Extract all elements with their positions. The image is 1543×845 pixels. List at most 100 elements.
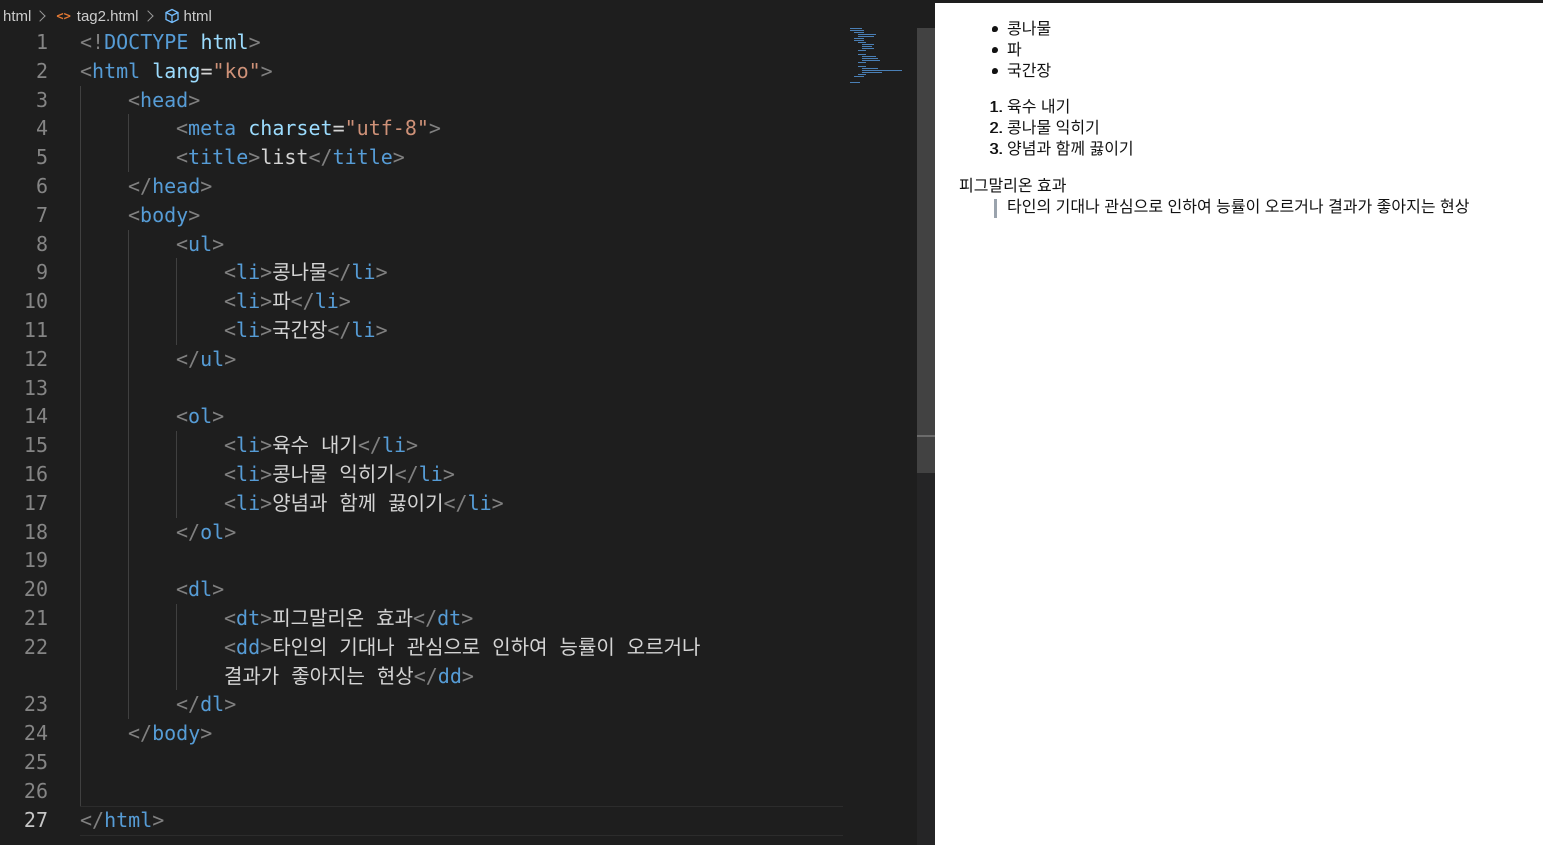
code-token: >	[248, 30, 261, 54]
code-line[interactable]: 15 <li>육수 내기</li>	[0, 431, 935, 460]
code-line[interactable]: 11 <li>국간장</li>	[0, 315, 935, 345]
code-token: <	[176, 577, 189, 602]
code-line[interactable]: 17 <li>양념과 함께 끓이기</li>	[0, 488, 935, 518]
code-line[interactable]: 23 </dl>	[0, 690, 935, 720]
indent-guide	[80, 632, 81, 662]
code-line[interactable]: 9 <li>콩나물</li>	[0, 258, 935, 288]
code-line[interactable]: 16 <li>콩나물 익히기</li>	[0, 459, 935, 489]
code-line[interactable]: 21 <dt>피그말리온 효과</dt>	[0, 603, 935, 633]
line-number: 11	[23, 317, 48, 342]
code-line[interactable]: 1 <!DOCTYPE html>	[0, 28, 935, 57]
chevron-right-icon	[34, 10, 47, 22]
indent-guide	[176, 632, 177, 662]
code-line[interactable]: 5 <title>list</title>	[0, 143, 935, 172]
indent-guide	[80, 315, 81, 345]
list-item: 국간장	[1007, 61, 1051, 82]
line-number: 3	[35, 87, 48, 112]
minimap-line	[858, 66, 866, 67]
minimap-line	[862, 70, 902, 71]
code-line[interactable]: 결과가 좋아지는 현상</dd>	[0, 661, 935, 691]
breadcrumb-file[interactable]: <> tag2.html	[56, 8, 138, 25]
code-token: li	[236, 433, 261, 458]
code-token: >	[260, 260, 273, 285]
code-area[interactable]: 1 <!DOCTYPE html> 2 <html lang="ko"> 3 <head>…	[0, 28, 935, 836]
line-number: 13	[23, 375, 48, 400]
line-number: 10	[23, 289, 48, 314]
code-token: li	[351, 260, 376, 285]
description-indicator	[994, 199, 997, 218]
indent-guide	[128, 287, 129, 316]
code-line[interactable]: 20 <dl>	[0, 575, 935, 604]
indent-guide	[128, 603, 129, 633]
code-line[interactable]: 18 </ol>	[0, 517, 935, 547]
code-text: <body>	[128, 201, 200, 230]
minimap-line	[862, 58, 878, 59]
code-text: <dd>타인의 기대나 관심으로 인하여 능률이 오르거나	[224, 633, 700, 662]
code-line[interactable]: 6 </head>	[0, 171, 935, 201]
code-token: 육수 내기	[272, 433, 358, 458]
code-token: >	[375, 260, 388, 285]
code-token: <	[224, 461, 237, 486]
code-line[interactable]: 4 <meta charset="utf-8">	[0, 114, 935, 144]
code-token: >	[461, 605, 474, 630]
code-line[interactable]: 3 <head>	[0, 85, 935, 115]
line-number: 27	[23, 807, 48, 832]
code-token: 양념과 함께 끓이기	[272, 490, 444, 515]
indent-guide	[80, 287, 81, 316]
code-token: head	[140, 87, 189, 112]
code-token: li	[236, 289, 261, 314]
code-line[interactable]: 13	[0, 373, 935, 403]
code-token: <	[224, 634, 237, 659]
code-line[interactable]: 27 </html>	[0, 805, 935, 836]
breadcrumb-folder[interactable]: html	[3, 8, 31, 25]
code-line[interactable]: 10 <li>파</li>	[0, 287, 935, 316]
line-number: 6	[35, 173, 48, 198]
code-token: html	[92, 58, 141, 83]
breadcrumb-element[interactable]: html	[164, 8, 212, 25]
indent-guide	[128, 575, 129, 604]
minimap-line	[850, 82, 860, 83]
minimap-line	[862, 72, 882, 73]
indent-guide	[80, 603, 81, 633]
code-line[interactable]: 19	[0, 546, 935, 576]
indent-guide	[128, 114, 129, 144]
code-text: <li>국간장</li>	[224, 316, 388, 345]
scrollbar-thumb[interactable]	[917, 28, 935, 473]
code-token: >	[224, 692, 237, 717]
minimap[interactable]	[850, 28, 916, 88]
code-editor[interactable]: html <> tag2.html html 1 <!DOCTYPE html> 2…	[0, 0, 935, 845]
code-line[interactable]: 2 <html lang="ko">	[0, 57, 935, 86]
minimap-line	[850, 30, 864, 31]
code-line[interactable]: 8 <ul>	[0, 229, 935, 259]
code-line[interactable]: 26	[0, 776, 935, 806]
code-token: dt	[236, 605, 261, 630]
code-line[interactable]: 14 <ol>	[0, 402, 935, 432]
minimap-line	[858, 54, 866, 55]
code-line[interactable]: 12 </ul>	[0, 344, 935, 374]
code-token: >	[392, 145, 405, 170]
code-text: <ol>	[176, 402, 224, 431]
breadcrumb-folder-label: html	[3, 7, 32, 25]
code-line[interactable]: 22 <dd>타인의 기대나 관심으로 인하여 능률이 오르거나	[0, 632, 935, 662]
indent-guide	[128, 373, 129, 403]
code-token: <	[224, 605, 237, 630]
code-token: <	[80, 58, 93, 83]
code-token: <	[128, 87, 141, 112]
code-line[interactable]: 7 <body>	[0, 200, 935, 230]
symbol-element-icon	[164, 8, 180, 24]
code-token: li	[314, 289, 339, 314]
minimap-line	[862, 68, 878, 69]
indent-guide	[80, 459, 81, 489]
code-token: </	[443, 490, 468, 515]
line-number: 14	[23, 404, 48, 429]
code-token: >	[260, 433, 273, 458]
indent-guide	[128, 344, 129, 374]
minimap-line	[858, 62, 866, 63]
code-text: <li>콩나물</li>	[224, 258, 388, 287]
code-token: </	[176, 519, 201, 544]
code-line[interactable]: 25	[0, 747, 935, 777]
minimap-line	[850, 28, 862, 29]
code-token: <	[224, 260, 237, 285]
code-line[interactable]: 24 </body>	[0, 719, 935, 748]
